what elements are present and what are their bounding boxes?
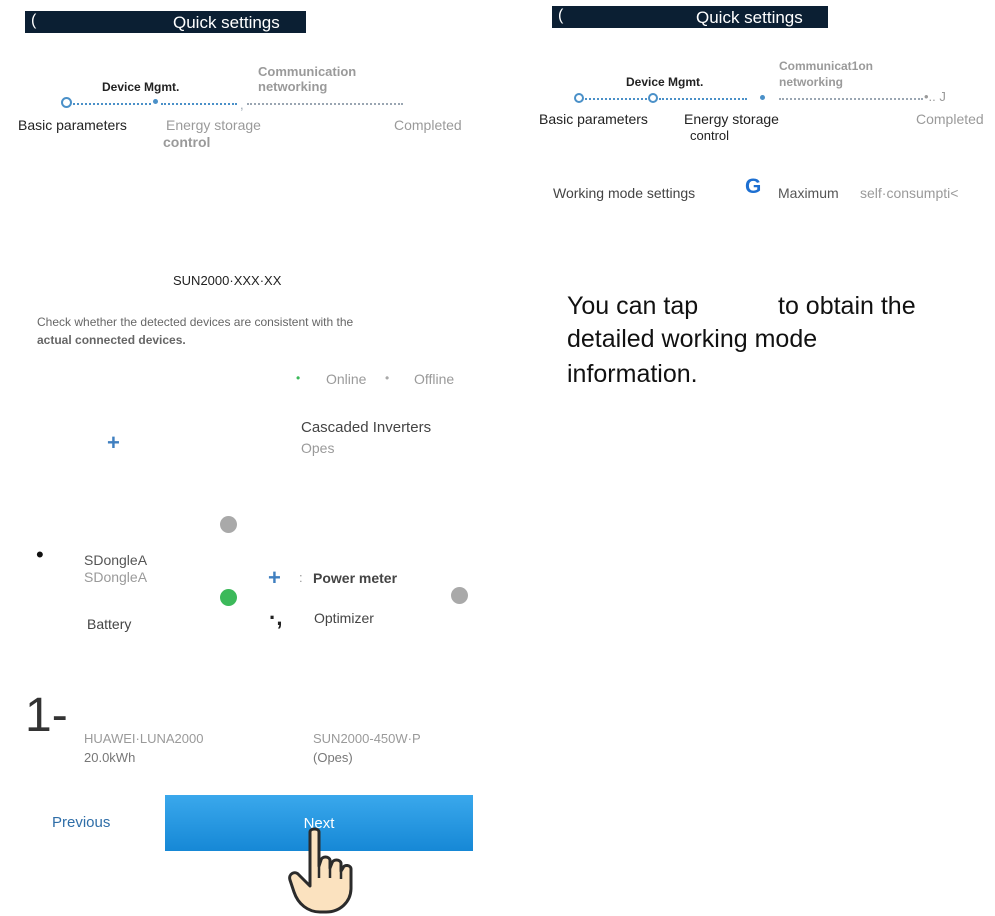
sdongle-model: SDongleA [84, 569, 148, 585]
right-step-end: •.. J [924, 89, 946, 104]
add-power-meter-icon[interactable]: + [268, 567, 281, 589]
optimizer-device-model: SUN2000-450W·P [313, 731, 421, 746]
instruction-line1: Check whether the detected devices are c… [37, 315, 354, 329]
right-step2-label-top: Device Mgmt. [626, 75, 704, 89]
page-title: Quick settings [173, 13, 280, 32]
add-cascaded-inverter-icon[interactable]: + [107, 432, 120, 454]
offline-dot-icon: • [385, 371, 390, 385]
cascaded-inverters-label[interactable]: Cascaded Inverters [301, 419, 431, 436]
step3-label-line2: networking [258, 79, 328, 94]
right-step2-label-bottom-line2: control [690, 128, 730, 143]
working-mode-value-rest: self·consumpti< [860, 185, 959, 201]
step-marker: , [240, 97, 244, 112]
right-back-button[interactable]: ( [558, 7, 563, 25]
working-mode-label: Working mode settings [553, 185, 696, 201]
step1-label: Basic parameters [18, 117, 127, 133]
sdongle-status-offline-icon [220, 516, 237, 533]
bullet-icon: • [36, 542, 44, 567]
battery-status-online-icon [220, 589, 237, 606]
battery-label[interactable]: Battery [87, 616, 131, 632]
step1-node [61, 97, 72, 108]
step2-connector [161, 103, 237, 105]
optimizer-label[interactable]: Optimizer [314, 610, 374, 626]
back-button[interactable]: ( [31, 12, 36, 30]
right-step3-label-line1: Communicat1on [779, 59, 874, 73]
working-mode-info-icon[interactable]: G [745, 175, 761, 199]
callout-line3: information. [567, 360, 698, 388]
right-step4-label: Completed [916, 111, 984, 127]
right-step1-connector [585, 98, 647, 100]
online-dot-icon: • [296, 371, 301, 385]
step2-label-bottom-line1: Energy storage [166, 117, 261, 133]
battery-device-model: HUAWEI·LUNA2000 [84, 731, 204, 746]
device-name: SUN2000·XXX·XX [173, 273, 282, 288]
step3-connector [247, 103, 403, 105]
online-label: Online [326, 371, 367, 387]
right-title-bar: ( Quick settings [552, 6, 828, 28]
optimizer-glyph: ·, [269, 605, 283, 630]
callout-line2: detailed working mode [567, 325, 818, 353]
offline-label: Offline [414, 371, 455, 387]
previous-button[interactable]: Previous [52, 814, 110, 831]
left-title-bar: ( Quick settings [25, 11, 306, 33]
step4-label: Completed [394, 117, 462, 133]
battery-device-capacity: 20.0kWh [84, 750, 136, 765]
step3-label-line1: Communication [258, 64, 357, 79]
right-step2-label-bottom-line1: Energy storage [684, 111, 779, 127]
right-step1-node [574, 93, 584, 103]
cascaded-inverters-value: Opes [301, 440, 335, 456]
instruction-line2: actual connected devices. [37, 333, 186, 347]
step1-connector [73, 103, 151, 105]
step2-label-top: Device Mgmt. [102, 80, 180, 94]
step2-label-bottom-line2: control [163, 134, 211, 150]
power-meter-status-offline-icon [451, 587, 468, 604]
callout-line1-part1: You can tap [567, 292, 699, 320]
power-meter-label[interactable]: Power meter [313, 570, 397, 586]
optimizer-device-value: (Opes) [313, 750, 353, 765]
sdongle-name[interactable]: SDongleA [84, 552, 147, 568]
right-step2-node [648, 93, 658, 103]
right-step1-label: Basic parameters [539, 111, 648, 127]
callout-line1-part2: to obtain the [778, 292, 916, 320]
working-mode-value-main: Maximum [778, 185, 839, 201]
right-step2-connector [659, 98, 747, 100]
battery-device-icon: 1- [25, 689, 68, 742]
right-step3-node [760, 95, 765, 100]
power-meter-separator: : [299, 570, 303, 585]
right-page-title: Quick settings [696, 8, 803, 27]
step2-node [153, 99, 158, 104]
right-step3-connector [779, 98, 923, 100]
right-step3-label-line2: networking [779, 75, 844, 89]
tap-hand-icon [288, 827, 353, 914]
